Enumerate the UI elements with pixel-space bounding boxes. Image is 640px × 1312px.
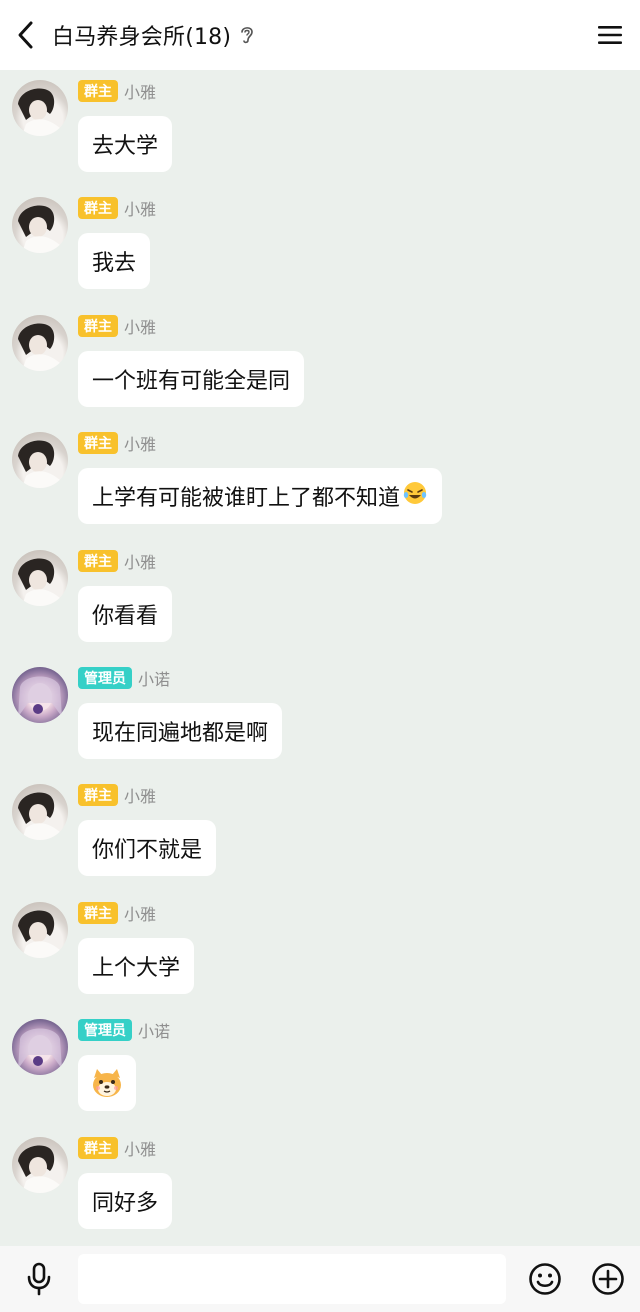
chevron-left-icon [18, 21, 33, 49]
message-row: 群主 小雅同好多 [0, 1127, 640, 1244]
sender-name[interactable]: 小雅 [124, 196, 156, 220]
admin-badge: 管理员 [78, 667, 132, 689]
avatar[interactable] [12, 901, 68, 958]
sender-name[interactable]: 小诺 [138, 1018, 170, 1042]
owner-badge: 群主 [78, 549, 118, 572]
message-row: 管理员 小诺现在同遍地都是啊 [0, 657, 640, 774]
sender-row: 管理员 小诺 [78, 1018, 170, 1042]
voice-button[interactable] [0, 1246, 78, 1312]
input-bar [0, 1246, 640, 1312]
avatar[interactable] [12, 314, 68, 371]
message-text: 同好多 [92, 1190, 159, 1216]
message-text: 你们不就是 [92, 838, 203, 864]
sender-row: 群主 小雅 [78, 80, 156, 102]
chat-screen: 白马养身会所(18) 群主 小雅 去大学 群主 小雅 我去 群主 小雅 一个班有可能全是同 群主小… [0, 0, 640, 1312]
message-row: 群主 小雅我去 [0, 187, 640, 304]
owner-badge: 群主 [78, 314, 118, 337]
sender-row: 群主 小雅 [78, 314, 156, 338]
admin-badge: 管理员 [78, 1019, 132, 1042]
owner-badge: 群主 [78, 901, 118, 924]
sender-name[interactable]: 小诺 [138, 666, 170, 690]
owner-badge: 群主 [78, 432, 118, 455]
more-button[interactable] [580, 1246, 636, 1312]
message-text: 现在同遍地都是啊 [92, 721, 269, 746]
page-title: 白马养身会所(18) [52, 25, 232, 50]
avatar[interactable] [12, 667, 68, 723]
plus-circle-icon [592, 1263, 624, 1295]
message-row: 群主 小雅一个班有可能全是同 [0, 305, 640, 422]
dog-face-emoji [93, 1069, 121, 1098]
message-row: 群主 小雅上个大学 [0, 892, 640, 1009]
sender-row: 群主 小雅 [78, 1136, 156, 1160]
sender-name[interactable]: 小雅 [124, 1136, 156, 1160]
message-text: 上学有可能被谁盯上了都不知道 [92, 486, 401, 512]
laughing-tear-emoji [402, 480, 428, 512]
message-row: 群主 小雅去大学 [0, 70, 640, 187]
message-list[interactable]: 群主 小雅 去大学 群主 小雅 我去 群主 小雅 一个班有可能全是同 群主 小雅 上学有可能被谁盯上了… [0, 70, 640, 1246]
sender-name[interactable]: 小雅 [124, 783, 156, 807]
owner-badge: 群主 [78, 80, 118, 102]
message-text: 去大学 [92, 134, 159, 159]
avatar[interactable] [12, 1136, 68, 1193]
message-text: 我去 [92, 251, 137, 277]
sender-row: 群主 小雅 [78, 901, 156, 925]
avatar[interactable] [12, 80, 68, 136]
message-bubble[interactable]: 现在同遍地都是啊 [78, 703, 283, 759]
sender-name[interactable]: 小雅 [124, 549, 156, 573]
owner-badge: 群主 [78, 1136, 118, 1159]
message-text: 你看看 [92, 603, 159, 629]
sender-row: 管理员 小诺 [78, 667, 170, 689]
back-button[interactable] [0, 0, 52, 70]
avatar[interactable] [12, 197, 68, 254]
title-area[interactable]: 白马养身会所(18) [52, 19, 580, 51]
sender-row: 群主 小雅 [78, 431, 156, 455]
message-bubble[interactable]: 上学有可能被谁盯上了都不知道 [78, 468, 443, 525]
message-bubble[interactable]: 我去 [78, 233, 151, 290]
message-row: 管理员 小诺 [0, 1009, 640, 1126]
message-text: 上个大学 [92, 955, 181, 981]
message-bubble[interactable]: 你看看 [78, 585, 173, 642]
avatar[interactable] [12, 432, 68, 489]
sender-name[interactable]: 小雅 [124, 431, 156, 455]
avatar[interactable] [12, 1019, 68, 1076]
message-bubble[interactable]: 一个班有可能全是同 [78, 350, 305, 407]
message-row: 群主 小雅上学有可能被谁盯上了都不知道 [0, 422, 640, 539]
sender-name[interactable]: 小雅 [124, 79, 156, 103]
message-bubble[interactable]: 去大学 [78, 116, 173, 172]
message-row: 群主 小雅你看看 [0, 540, 640, 657]
message-text: 一个班有可能全是同 [92, 368, 291, 394]
sender-row: 群主 小雅 [78, 549, 156, 573]
message-bubble[interactable]: 上个大学 [78, 937, 195, 994]
microphone-icon [27, 1262, 51, 1296]
menu-button[interactable] [580, 0, 640, 70]
sticker-bubble[interactable] [78, 1055, 136, 1112]
owner-badge: 群主 [78, 784, 118, 807]
sender-name[interactable]: 小雅 [124, 901, 156, 925]
emoji-button[interactable] [510, 1246, 580, 1312]
sender-name[interactable]: 小雅 [124, 314, 156, 338]
avatar[interactable] [12, 549, 68, 606]
owner-badge: 群主 [78, 197, 118, 220]
sender-row: 群主 小雅 [78, 783, 156, 807]
message-row: 群主 小雅你们不就是 [0, 774, 640, 891]
smiley-icon [529, 1263, 561, 1295]
message-bubble[interactable]: 同好多 [78, 1172, 173, 1229]
message-input[interactable] [78, 1254, 506, 1304]
ear-icon [239, 24, 255, 46]
hamburger-menu-icon [598, 26, 622, 44]
avatar[interactable] [12, 784, 68, 841]
message-bubble[interactable]: 你们不就是 [78, 820, 217, 877]
sender-row: 群主 小雅 [78, 196, 156, 220]
header: 白马养身会所(18) [0, 0, 640, 70]
